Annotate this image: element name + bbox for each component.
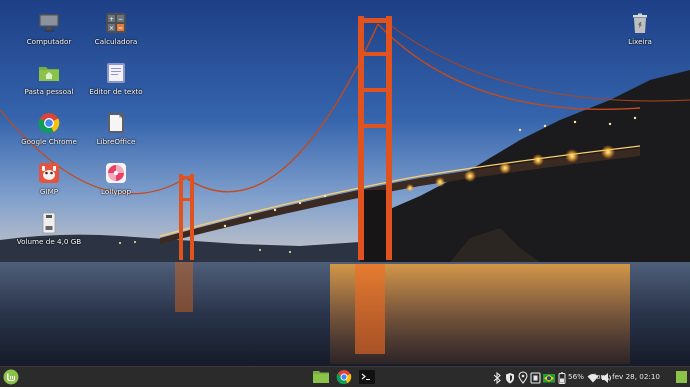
show-desktop-icon[interactable] (676, 371, 687, 383)
desktop-icon-trash[interactable]: Lixeira (602, 12, 678, 46)
usb-drive-icon (38, 212, 60, 234)
terminal-launcher-icon[interactable] (358, 369, 376, 385)
desktop-icon-label: Editor de texto (89, 87, 143, 96)
desktop-icon-text-editor[interactable]: Editor de texto (78, 62, 154, 96)
desktop-icon-label: Lixeira (628, 37, 652, 46)
shield-icon[interactable] (505, 370, 515, 384)
svg-text:×: × (109, 25, 114, 32)
taskbar-panel: 56% dom, fev 28, 02:10 (0, 366, 690, 387)
svg-text:+: + (109, 16, 114, 23)
battery-icon[interactable] (557, 370, 567, 384)
chrome-icon (38, 112, 60, 134)
files-launcher-icon[interactable] (312, 369, 330, 385)
trash-icon (629, 12, 651, 34)
battery-percentage: 56% (568, 372, 584, 381)
desktop-icon-home-folder[interactable]: Pasta pessoal (11, 62, 87, 96)
clock[interactable]: dom, fev 28, 02:10 (592, 372, 660, 381)
svg-text:−: − (118, 16, 123, 23)
text-editor-icon (105, 62, 127, 84)
desktop-icon-lollypop[interactable]: Lollypop (78, 162, 154, 196)
libreoffice-icon (105, 112, 127, 134)
gimp-icon (38, 162, 60, 184)
desktop-icon-gimp[interactable]: GIMP (11, 162, 87, 196)
desktop-icon-google-chrome[interactable]: Google Chrome (11, 112, 87, 146)
linux-mint-menu-icon[interactable] (3, 369, 19, 385)
home-folder-icon (38, 62, 60, 84)
desktop[interactable]: Computador + − × = Calculadora Pasta pessoa… (0, 0, 690, 366)
desktop-icon-label: Volume de 4,0 GB (16, 237, 82, 246)
desktop-icon-label: LibreOffice (96, 137, 136, 146)
desktop-icon-usb-volume[interactable]: Volume de 4,0 GB (11, 212, 87, 246)
desktop-icon-libreoffice[interactable]: LibreOffice (78, 112, 154, 146)
desktop-icon-computer[interactable]: Computador (11, 12, 87, 46)
bluetooth-icon[interactable] (492, 370, 502, 385)
desktop-icon-label: Computador (26, 37, 72, 46)
desktop-icon-label: Google Chrome (21, 137, 77, 146)
desktop-icon-label: Calculadora (94, 37, 138, 46)
desktop-icon-label: Pasta pessoal (24, 87, 74, 96)
computer-icon (38, 12, 60, 34)
chrome-launcher-icon[interactable] (335, 369, 353, 385)
location-icon[interactable] (518, 370, 528, 384)
brazil-flag-icon[interactable] (543, 370, 555, 384)
update-icon[interactable] (530, 370, 541, 384)
desktop-icon-label: Lollypop (100, 187, 132, 196)
desktop-icon-calculator[interactable]: + − × = Calculadora (78, 12, 154, 46)
calculator-icon: + − × = (105, 12, 127, 34)
desktop-icon-label: GIMP (39, 187, 59, 196)
svg-text:=: = (118, 25, 123, 32)
lollypop-icon (105, 162, 127, 184)
